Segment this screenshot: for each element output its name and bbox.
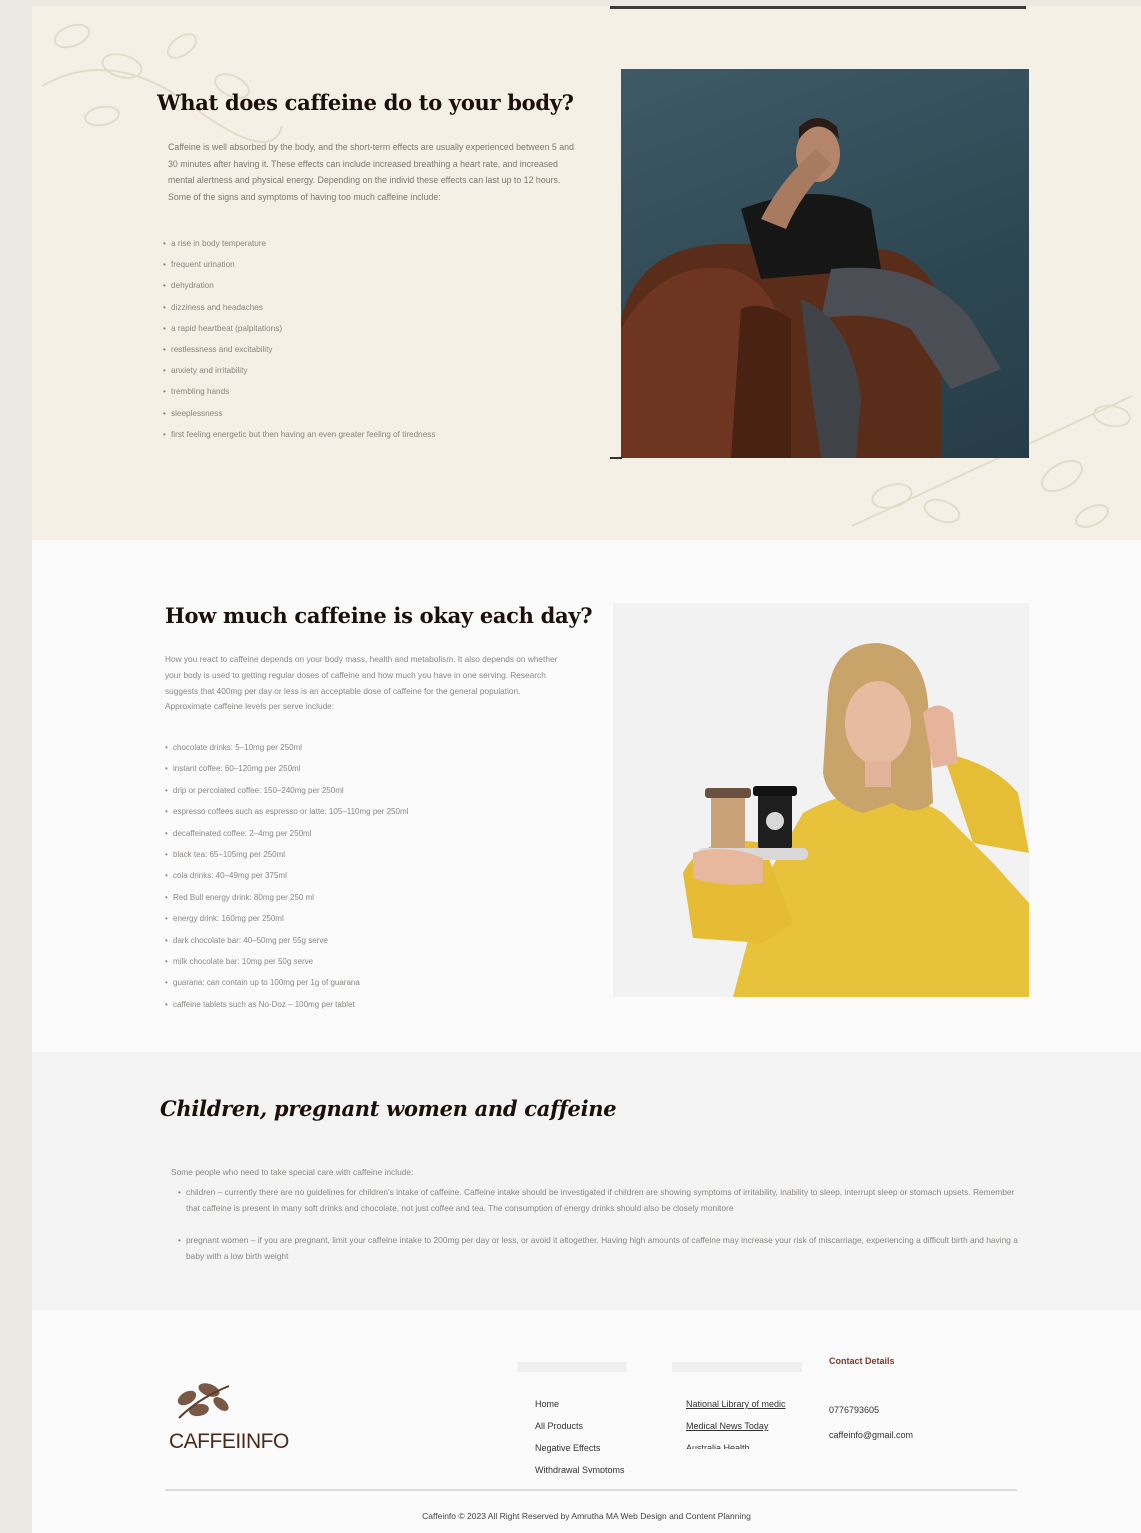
list-item: sleeplessness	[163, 409, 435, 430]
footer-link-australia-health[interactable]: Australia Health	[686, 1443, 786, 1449]
list-item: a rise in body temperature	[163, 239, 435, 260]
photo-shadow	[610, 457, 622, 459]
tired-man-photo	[621, 69, 1029, 458]
list-item: cola drinks: 40–49mg per 375ml	[165, 871, 408, 892]
list-item: a rapid heartbeat (palpitations)	[163, 324, 435, 345]
footer-link-national-library[interactable]: National Library of medic	[686, 1399, 786, 1421]
section-title: What does caffeine do to your body?	[157, 90, 574, 115]
list-item: children – currently there are no guidel…	[178, 1184, 1018, 1216]
list-item: energy drink: 160mg per 250ml	[165, 914, 408, 935]
list-item: black tea: 65–105mg per 250ml	[165, 850, 408, 871]
page: What does caffeine do to your body? Caff…	[32, 6, 1141, 1533]
section-title: Children, pregnant women and caffeine	[160, 1096, 617, 1121]
coffee-bean-decoration	[41, 23, 283, 143]
list-item: pregnant women – if you are pregnant, li…	[178, 1232, 1018, 1264]
list-item: guarana: can contain up to 100mg per 1g …	[165, 978, 408, 999]
list-intro: Approximate caffeine levels per serve in…	[165, 701, 335, 712]
section-title: How much caffeine is okay each day?	[165, 603, 593, 628]
symptoms-list: a rise in body temperature frequent urin…	[163, 239, 435, 451]
list-item: dizziness and headaches	[163, 303, 435, 324]
list-item: instant coffee: 60–120mg per 250ml	[165, 764, 408, 785]
list-intro: Some of the signs and symptoms of having…	[168, 191, 441, 202]
woman-with-coffee-photo	[613, 603, 1029, 997]
list-intro: Some people who need to take special car…	[171, 1167, 414, 1177]
list-item: milk chocolate bar: 10mg per 50g serve	[165, 957, 408, 978]
footer-external-links: National Library of medic Medical News T…	[686, 1399, 786, 1449]
list-item: trembling hands	[163, 387, 435, 408]
footer-heading-placeholder	[672, 1362, 802, 1372]
list-item: caffeine tablets such as No-Doz – 100mg …	[165, 1000, 408, 1021]
footer-link-medical-news[interactable]: Medical News Today	[686, 1421, 786, 1443]
list-item: restlessness and excitability	[163, 345, 435, 366]
footer-link-home[interactable]: Home	[535, 1399, 625, 1421]
logo-text: CAFFEIINFO	[169, 1430, 289, 1453]
footer-quick-links: Home All Products Negative Effects Withd…	[535, 1399, 625, 1473]
paragraph-text: How you react to caffeine depends on you…	[165, 654, 558, 696]
footer-link-all-products[interactable]: All Products	[535, 1421, 625, 1443]
list-item: first feeling energetic but then having …	[163, 430, 435, 451]
contact-title: Contact Details	[829, 1356, 895, 1366]
list-item: Red Bull energy drink: 80mg per 250 ml	[165, 893, 408, 914]
contact-email[interactable]: caffeinfo@gmail.com	[829, 1430, 913, 1455]
copyright: Caffeinfo © 2023 All Right Reserved by A…	[422, 1511, 751, 1521]
footer-contact: Contact Details 0776793605 caffeinfo@gma…	[829, 1356, 913, 1455]
list-item: drip or percolated coffee: 150–240mg per…	[165, 786, 408, 807]
footer-divider	[165, 1489, 1017, 1491]
contact-phone: 0776793605	[829, 1405, 880, 1415]
list-item: espresso coffees such as espresso or lat…	[165, 807, 408, 828]
list-item: frequent urination	[163, 260, 435, 281]
section-paragraph: How you react to caffeine depends on you…	[165, 652, 573, 715]
footer-link-negative-effects[interactable]: Negative Effects	[535, 1443, 625, 1465]
paragraph-text: Caffeine is well absorbed by the body, a…	[168, 142, 574, 185]
footer-link-withdrawal[interactable]: Withdrawal Symptoms	[535, 1465, 625, 1473]
special-care-list: children – currently there are no guidel…	[178, 1184, 1018, 1280]
list-item: anxiety and irritability	[163, 366, 435, 387]
top-divider	[610, 6, 1026, 9]
footer-heading-placeholder	[517, 1362, 627, 1372]
caffeine-levels-list: chocolate drinks: 5–10mg per 250ml insta…	[165, 743, 408, 1021]
list-item: decaffeinated coffee: 2–4mg per 250ml	[165, 829, 408, 850]
section-paragraph: Caffeine is well absorbed by the body, a…	[168, 139, 580, 205]
list-item: dehydration	[163, 281, 435, 302]
list-item: chocolate drinks: 5–10mg per 250ml	[165, 743, 408, 764]
list-item: dark chocolate bar: 40–50mg per 55g serv…	[165, 936, 408, 957]
